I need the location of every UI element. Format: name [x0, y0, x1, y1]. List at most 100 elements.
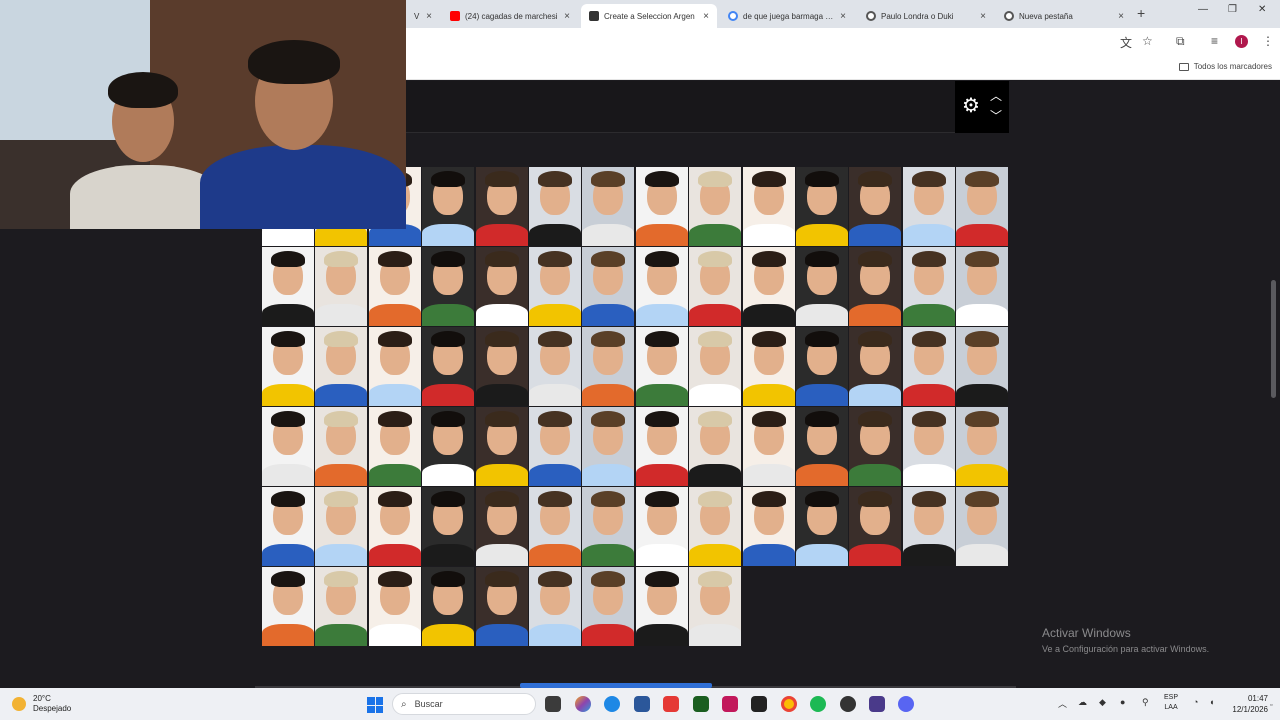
chevron-down-icon[interactable]: ﹀ [987, 107, 1005, 125]
close-window-button[interactable]: ✕ [1258, 4, 1266, 15]
player-photo[interactable] [743, 407, 795, 486]
spotify-icon[interactable] [810, 696, 826, 712]
tab-partial[interactable]: V × [406, 4, 440, 28]
translate-icon[interactable]: 文 [1120, 34, 1132, 51]
profile-avatar[interactable]: I [1235, 35, 1248, 48]
player-photo[interactable] [743, 487, 795, 566]
all-bookmarks-button[interactable]: Todos los marcadores [1178, 62, 1272, 71]
player-photo[interactable] [422, 247, 474, 326]
player-photo[interactable] [529, 407, 581, 486]
player-photo[interactable] [956, 487, 1008, 566]
tab-close-icon[interactable]: × [564, 11, 570, 22]
player-photo[interactable] [315, 327, 367, 406]
store-icon[interactable] [634, 696, 650, 712]
player-photo[interactable] [743, 327, 795, 406]
player-photo[interactable] [849, 167, 901, 246]
player-photo[interactable] [315, 567, 367, 646]
player-photo[interactable] [796, 487, 848, 566]
player-photo[interactable] [315, 487, 367, 566]
player-photo[interactable] [476, 327, 528, 406]
tab-close-icon[interactable]: × [840, 11, 846, 22]
player-photo[interactable] [849, 327, 901, 406]
player-photo[interactable] [476, 407, 528, 486]
player-photo[interactable] [796, 327, 848, 406]
vertical-scrollbar-thumb[interactable] [1271, 280, 1276, 398]
player-photo[interactable] [636, 247, 688, 326]
player-photo[interactable] [849, 487, 901, 566]
player-photo[interactable] [262, 487, 314, 566]
player-photo[interactable] [582, 567, 634, 646]
player-photo[interactable] [422, 167, 474, 246]
player-photo[interactable] [903, 407, 955, 486]
app-w-icon[interactable] [663, 696, 679, 712]
capcut-icon[interactable] [751, 696, 767, 712]
app-purple-icon[interactable] [869, 696, 885, 712]
player-photo[interactable] [529, 247, 581, 326]
volume-icon[interactable]: ◖ [1209, 697, 1214, 707]
tray-red-icon[interactable]: ● [1120, 697, 1125, 707]
player-photo[interactable] [529, 567, 581, 646]
app-badge-icon[interactable] [693, 696, 709, 712]
player-photo[interactable] [636, 567, 688, 646]
weather-widget[interactable]: 20°C Despejado [12, 694, 71, 714]
player-photo[interactable] [369, 327, 421, 406]
tab-paulo-londra[interactable]: Paulo Londra o Duki × [858, 4, 994, 28]
player-photo[interactable] [369, 567, 421, 646]
player-photo[interactable] [582, 247, 634, 326]
player-photo[interactable] [903, 487, 955, 566]
notification-icon[interactable]: ▫ [1270, 702, 1272, 709]
copilot-icon[interactable] [575, 696, 591, 712]
player-photo[interactable] [956, 327, 1008, 406]
player-photo[interactable] [422, 567, 474, 646]
player-photo[interactable] [476, 567, 528, 646]
player-photo[interactable] [903, 247, 955, 326]
player-photo[interactable] [849, 407, 901, 486]
player-photo[interactable] [529, 167, 581, 246]
maximize-button[interactable]: ❐ [1228, 4, 1237, 15]
tab-close-icon[interactable]: × [980, 11, 986, 22]
instagram-icon[interactable] [722, 696, 738, 712]
player-photo[interactable] [903, 167, 955, 246]
player-photo[interactable] [262, 567, 314, 646]
player-photo[interactable] [956, 407, 1008, 486]
player-photo[interactable] [476, 247, 528, 326]
player-photo[interactable] [582, 487, 634, 566]
player-photo[interactable] [689, 567, 741, 646]
player-photo[interactable] [636, 167, 688, 246]
player-photo[interactable] [796, 407, 848, 486]
extensions-icon[interactable]: ⧉ [1176, 34, 1185, 49]
tray-chevron-up-icon[interactable]: ︿ [1058, 697, 1067, 710]
player-photo[interactable] [743, 247, 795, 326]
microphone-icon[interactable]: ⚲ [1142, 697, 1149, 708]
wifi-icon[interactable]: ◔ [1193, 697, 1198, 707]
taskbar-clock[interactable]: 01:47 12/1/2026 [1228, 693, 1268, 715]
player-photo[interactable] [529, 487, 581, 566]
tab-close-icon[interactable]: × [1118, 11, 1124, 22]
chrome-taskbar-icon[interactable] [781, 696, 797, 712]
player-photo[interactable] [689, 167, 741, 246]
new-tab-button[interactable]: + [1137, 5, 1145, 21]
player-photo[interactable] [369, 247, 421, 326]
app-dark-icon[interactable] [840, 696, 856, 712]
player-photo[interactable] [529, 327, 581, 406]
player-photo[interactable] [582, 327, 634, 406]
player-photo[interactable] [422, 327, 474, 406]
minimize-button[interactable]: — [1198, 4, 1208, 15]
player-photo[interactable] [262, 407, 314, 486]
player-photo[interactable] [956, 247, 1008, 326]
settings-icon[interactable]: ⚙ [958, 93, 984, 119]
task-view-icon[interactable] [545, 696, 561, 712]
player-photo[interactable] [743, 167, 795, 246]
player-photo[interactable] [582, 167, 634, 246]
player-photo[interactable] [796, 247, 848, 326]
player-photo[interactable] [636, 407, 688, 486]
player-photo[interactable] [369, 407, 421, 486]
player-photo[interactable] [476, 167, 528, 246]
tab-nueva-pestana[interactable]: Nueva pestaña × [996, 4, 1132, 28]
player-photo[interactable] [956, 167, 1008, 246]
chevron-up-icon[interactable]: ︿ [987, 87, 1005, 105]
player-photo[interactable] [636, 327, 688, 406]
tab-google-search[interactable]: de que juega barmaga - G × [720, 4, 854, 28]
player-photo[interactable] [262, 327, 314, 406]
tab-youtube[interactable]: (24) cagadas de marchesi × [442, 4, 578, 28]
